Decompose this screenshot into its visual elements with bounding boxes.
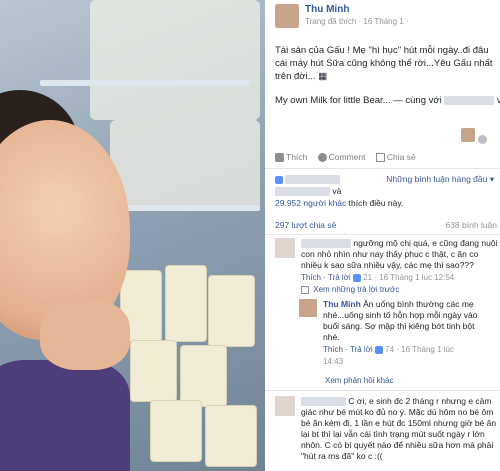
post-panel: Thu Minh Trang đã thích · 16 Tháng 1 · T…: [265, 0, 500, 471]
tagged-avatars[interactable]: [461, 128, 489, 145]
more-replies-link[interactable]: Xem phản hồi khác: [325, 376, 394, 385]
milk-bag: [130, 340, 177, 402]
comment-time: 14:43: [323, 357, 344, 366]
comment-likes: 21: [363, 273, 373, 282]
prev-replies-link[interactable]: Xem những trả lời trước: [313, 285, 399, 294]
comment-body: Thu Minh Ăn uống bình thường các mẹ nhé.…: [323, 299, 493, 367]
share-icon: [375, 153, 385, 163]
like-icon: [275, 153, 284, 163]
comment-button[interactable]: Comment: [317, 152, 365, 163]
author-avatar[interactable]: [275, 4, 299, 28]
divider: [265, 234, 500, 235]
freezer-shelf: [40, 80, 250, 86]
post-meta: Trang đã thích · 16 Tháng 1 ·: [305, 17, 409, 26]
redacted-name: [444, 95, 495, 105]
prev-replies-row: Xem những trả lời trước: [301, 284, 499, 295]
comments-count[interactable]: 638 bình luận: [445, 220, 497, 230]
post-header: Thu Minh Trang đã thích · 16 Tháng 1 ·: [275, 4, 495, 34]
milk-bag: [165, 265, 207, 342]
like-reply-link[interactable]: Thích · Trả lời: [301, 273, 351, 282]
post-photo[interactable]: [0, 0, 265, 471]
redacted-name: [301, 397, 346, 407]
tagged-avatar: [461, 128, 475, 142]
milk-bag: [150, 400, 202, 462]
comment-meta: Thích · Trả lời 21 · 16 Tháng 1 lúc 12:5…: [301, 272, 499, 283]
likes-line-1: và: [275, 186, 342, 197]
likes-count-link[interactable]: 29.952 người khác: [275, 198, 346, 208]
comment-date: · 16 Tháng 1 lúc: [396, 345, 454, 354]
divider: [265, 390, 500, 391]
like-button[interactable]: Thích: [275, 152, 307, 163]
post-text-body: Tài sản của Gấu ! Mẹ "hì hục" hút mỗi ng…: [275, 45, 493, 82]
author-avatar[interactable]: [299, 299, 317, 317]
shares-link[interactable]: 297 lượt chia sẻ: [275, 220, 336, 230]
redacted-name: [285, 175, 341, 185]
freezer-frost: [110, 120, 260, 210]
reply-arrow-icon: [301, 285, 309, 294]
divider: [265, 168, 500, 169]
post-text: Tài sản của Gấu ! Mẹ "hì hục" hút mỗi ng…: [275, 44, 495, 83]
post-author[interactable]: Thu Minh: [305, 4, 349, 15]
comment-date: · 16 Tháng 1 lúc 12:54: [374, 273, 455, 282]
person-shirt: [0, 360, 130, 471]
thumbs-up-icon: [352, 273, 361, 282]
likes-suffix: thích điều này.: [348, 198, 404, 208]
share-button[interactable]: Chia sẻ: [375, 152, 416, 163]
milk-bag: [180, 345, 227, 407]
comment-body: ngưỡng mộ chị quá, e cũng đang nuôi con …: [301, 238, 499, 295]
milk-bag: [208, 275, 255, 347]
post-caption: My own Milk for little Bear... — cùng vớ…: [275, 95, 500, 106]
sort-dropdown[interactable]: Những bình luận hàng đầu ▾: [386, 174, 494, 185]
caption-text: My own Milk for little Bear... — cùng vớ…: [275, 95, 442, 106]
redacted-name: [275, 187, 330, 197]
milk-bag: [205, 405, 257, 467]
thumbs-up-icon: [374, 345, 383, 354]
emoji-icon: ▦: [318, 71, 328, 82]
person-hand: [40, 300, 130, 370]
thumbs-up-icon: [275, 175, 283, 184]
tag-icon: [477, 135, 487, 145]
comment-meta: Thích · Trả lời 74 · 16 Tháng 1 lúc: [323, 344, 493, 355]
commenter-avatar[interactable]: [275, 238, 295, 258]
comment-likes: 74: [385, 345, 395, 354]
like-reply-link[interactable]: Thích · Trả lời: [323, 345, 373, 354]
likes-line-2: 29.952 người khác thích điều này.: [275, 198, 403, 208]
comment-icon: [317, 153, 327, 163]
redacted-name: [301, 239, 351, 249]
post-stats: 297 lượt chia sẻ 638 bình luận: [275, 220, 497, 230]
freezer-frost: [90, 0, 260, 120]
comment-body: C ơi, e sinh đc 2 tháng r nhưng e cảm gi…: [301, 396, 499, 462]
post-actions: Thích Comment Chia sẻ: [275, 152, 495, 166]
reply-author[interactable]: Thu Minh: [323, 299, 361, 309]
likes-and: và: [332, 186, 342, 196]
commenter-avatar[interactable]: [275, 396, 295, 416]
